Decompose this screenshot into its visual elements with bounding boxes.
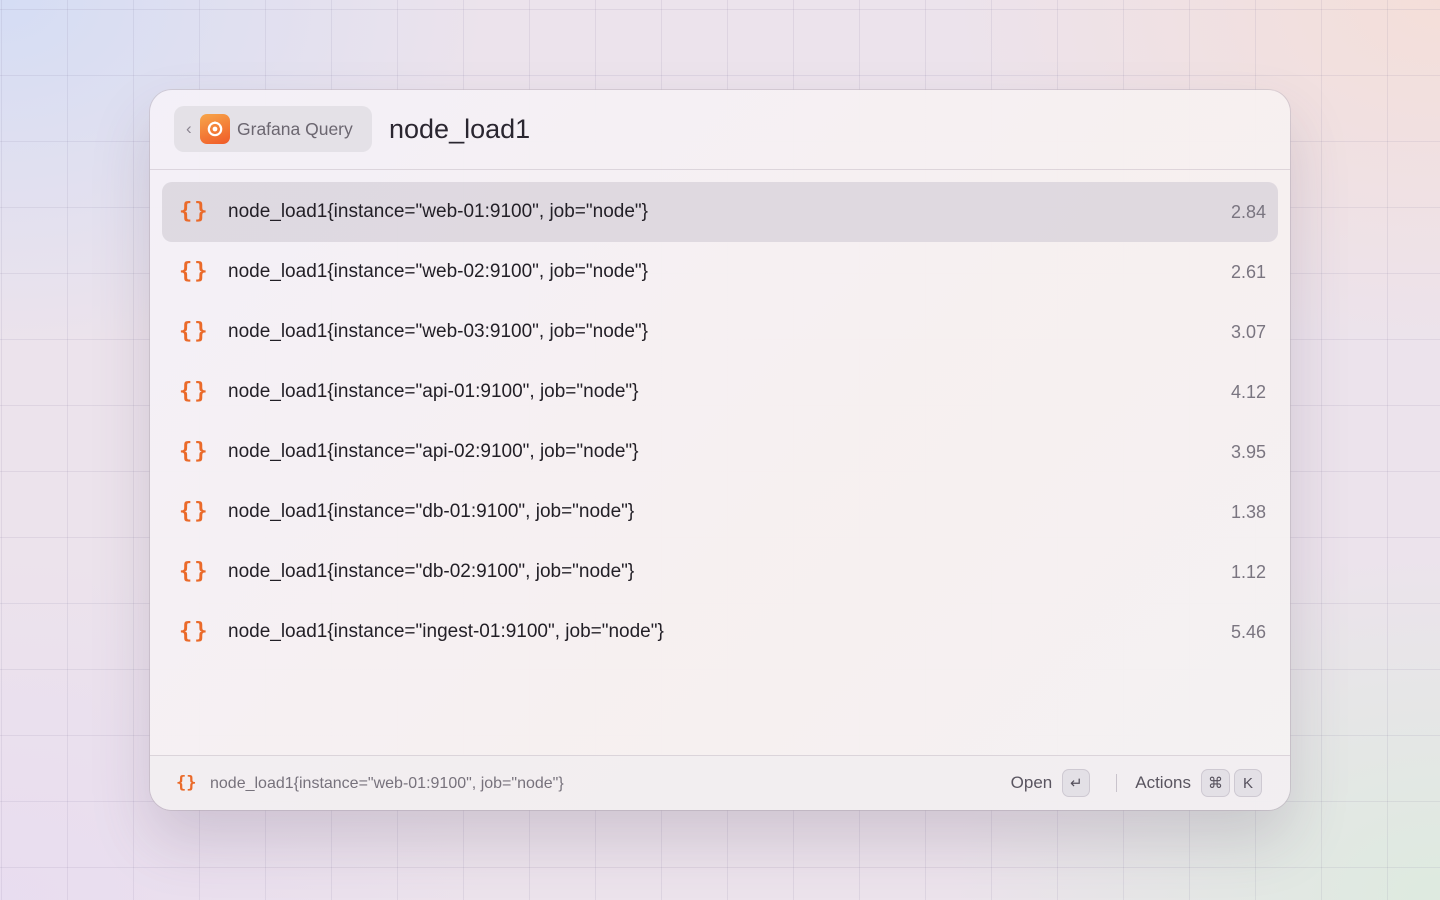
grafana-icon — [200, 114, 230, 144]
list-item-title: node_load1{instance="ingest-01:9100", jo… — [228, 621, 664, 642]
list-item-value: 1.12 — [1230, 562, 1266, 582]
list-item[interactable]: {} node_load1{instance="api-01:9100", job… — [162, 362, 1278, 422]
list-item-title: node_load1{instance="web-01:9100", job="… — [228, 201, 648, 222]
list-item[interactable]: {} node_load1{instance="web-02:9100", job… — [162, 242, 1278, 302]
open-action-label[interactable]: Open — [1011, 773, 1053, 793]
k-key: K — [1234, 769, 1262, 797]
results-list: {} node_load1{instance="web-01:9100", job… — [162, 182, 1278, 662]
command-key-icon: ⌘ — [1201, 769, 1230, 797]
braces-icon: {} — [179, 439, 210, 464]
footer-actions: Open ↵ Actions ⌘ K — [1011, 768, 1262, 798]
chevron-left-icon: ‹ — [186, 119, 192, 138]
list-item-title: node_load1{instance="api-01:9100", job="… — [228, 381, 639, 402]
extension-name: Grafana Query — [237, 118, 353, 139]
list-item-title: node_load1{instance="db-01:9100", job="n… — [228, 501, 635, 522]
list-item[interactable]: {} node_load1{instance="api-02:9100", job… — [162, 422, 1278, 482]
list-item-title: node_load1{instance="api-02:9100", job="… — [228, 441, 639, 462]
list-item-value: 4.12 — [1230, 382, 1266, 402]
return-key-icon: ↵ — [1062, 769, 1091, 797]
list-item[interactable]: {} node_load1{instance="db-02:9100", job=… — [162, 542, 1278, 602]
braces-icon: {} — [179, 499, 210, 524]
braces-icon: {} — [176, 773, 197, 793]
list-item-value: 3.07 — [1230, 322, 1266, 342]
list-item[interactable]: {} node_load1{instance="db-01:9100", job=… — [162, 482, 1278, 542]
action-bar: {} node_load1{instance="web-01:9100", jo… — [150, 755, 1290, 810]
list-item[interactable]: {} node_load1{instance="web-03:9100", job… — [162, 302, 1278, 362]
back-button[interactable]: ‹ Grafana Query — [174, 106, 372, 152]
list-item-value: 5.46 — [1230, 622, 1266, 642]
list-item-value: 2.61 — [1230, 262, 1266, 282]
list-item-value: 2.84 — [1230, 202, 1266, 222]
braces-icon: {} — [179, 379, 210, 404]
selected-item-title: node_load1{instance="web-01:9100", job="… — [210, 775, 564, 792]
braces-icon: {} — [179, 619, 210, 644]
actions-button[interactable]: Actions — [1135, 773, 1191, 793]
divider — [1116, 774, 1118, 792]
braces-icon: {} — [179, 199, 210, 224]
list-item-title: node_load1{instance="web-03:9100", job="… — [228, 321, 648, 342]
braces-icon: {} — [179, 559, 210, 584]
list-item-title: node_load1{instance="web-02:9100", job="… — [228, 261, 648, 282]
search-header: ‹ Grafana Query node_load1 — [150, 90, 1290, 170]
launcher-window: ‹ Grafana Query node_load1 {} node_load1{… — [150, 90, 1290, 810]
list-item[interactable]: {} node_load1{instance="ingest-01:9100", … — [162, 602, 1278, 662]
list-item-value: 1.38 — [1230, 502, 1266, 522]
list-item-title: node_load1{instance="db-02:9100", job="n… — [228, 561, 635, 582]
list-item-value: 3.95 — [1230, 442, 1266, 462]
list-item[interactable]: {} node_load1{instance="web-01:9100", job… — [162, 182, 1278, 242]
braces-icon: {} — [179, 259, 210, 284]
search-input[interactable]: node_load1 — [389, 114, 530, 145]
braces-icon: {} — [179, 319, 210, 344]
